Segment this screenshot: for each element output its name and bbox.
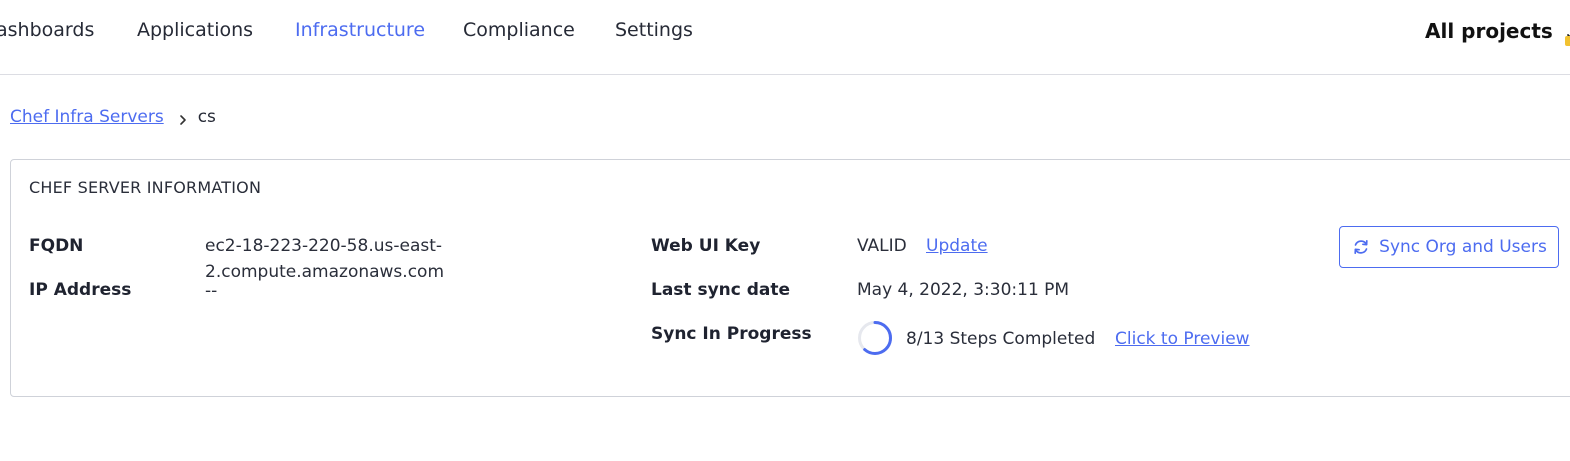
update-key-link[interactable]: Update	[926, 236, 988, 256]
breadcrumb-link-chef-infra-servers[interactable]: Chef Infra Servers	[10, 107, 164, 127]
sync-progress-value: 8/13 Steps Completed	[906, 329, 1096, 349]
nav-tab-infrastructure[interactable]: Infrastructure	[295, 18, 425, 42]
sync-icon	[1354, 239, 1368, 255]
web-ui-key-status: VALID	[857, 236, 907, 256]
projects-label: All projects	[1425, 19, 1553, 43]
fqdn-value: ec2-18-223-220-58.us-east-2.compute.amaz…	[205, 236, 445, 282]
sync-button-label: Sync Org and Users	[1379, 237, 1547, 257]
nav-tab-dashboards[interactable]: ashboards	[0, 18, 94, 42]
web-ui-key-label: Web UI Key	[651, 236, 761, 256]
edge-indicator	[1565, 36, 1570, 46]
sync-progress-label: Sync In Progress	[651, 324, 812, 344]
nav-tab-applications[interactable]: Applications	[137, 18, 253, 42]
progress-spinner-icon	[858, 321, 892, 355]
chef-server-info-card: CHEF SERVER INFORMATION FQDN ec2-18-223-…	[10, 159, 1570, 397]
card-title: CHEF SERVER INFORMATION	[29, 178, 262, 197]
last-sync-label: Last sync date	[651, 280, 791, 300]
ip-address-value: --	[205, 281, 218, 301]
top-navigation: ashboards Applications Infrastructure Co…	[0, 0, 1570, 75]
sync-org-users-button[interactable]: Sync Org and Users	[1339, 226, 1559, 268]
last-sync-value: May 4, 2022, 3:30:11 PM	[857, 280, 1070, 300]
preview-sync-link[interactable]: Click to Preview	[1115, 329, 1250, 349]
chevron-right-icon	[178, 111, 188, 125]
fqdn-label: FQDN	[29, 236, 84, 256]
breadcrumb: Chef Infra Servers cs	[10, 104, 216, 130]
nav-tab-compliance[interactable]: Compliance	[463, 18, 575, 42]
nav-tab-settings[interactable]: Settings	[615, 18, 693, 42]
breadcrumb-current: cs	[197, 107, 216, 127]
projects-dropdown[interactable]: All projects	[1425, 18, 1570, 44]
ip-address-label: IP Address	[29, 280, 132, 300]
